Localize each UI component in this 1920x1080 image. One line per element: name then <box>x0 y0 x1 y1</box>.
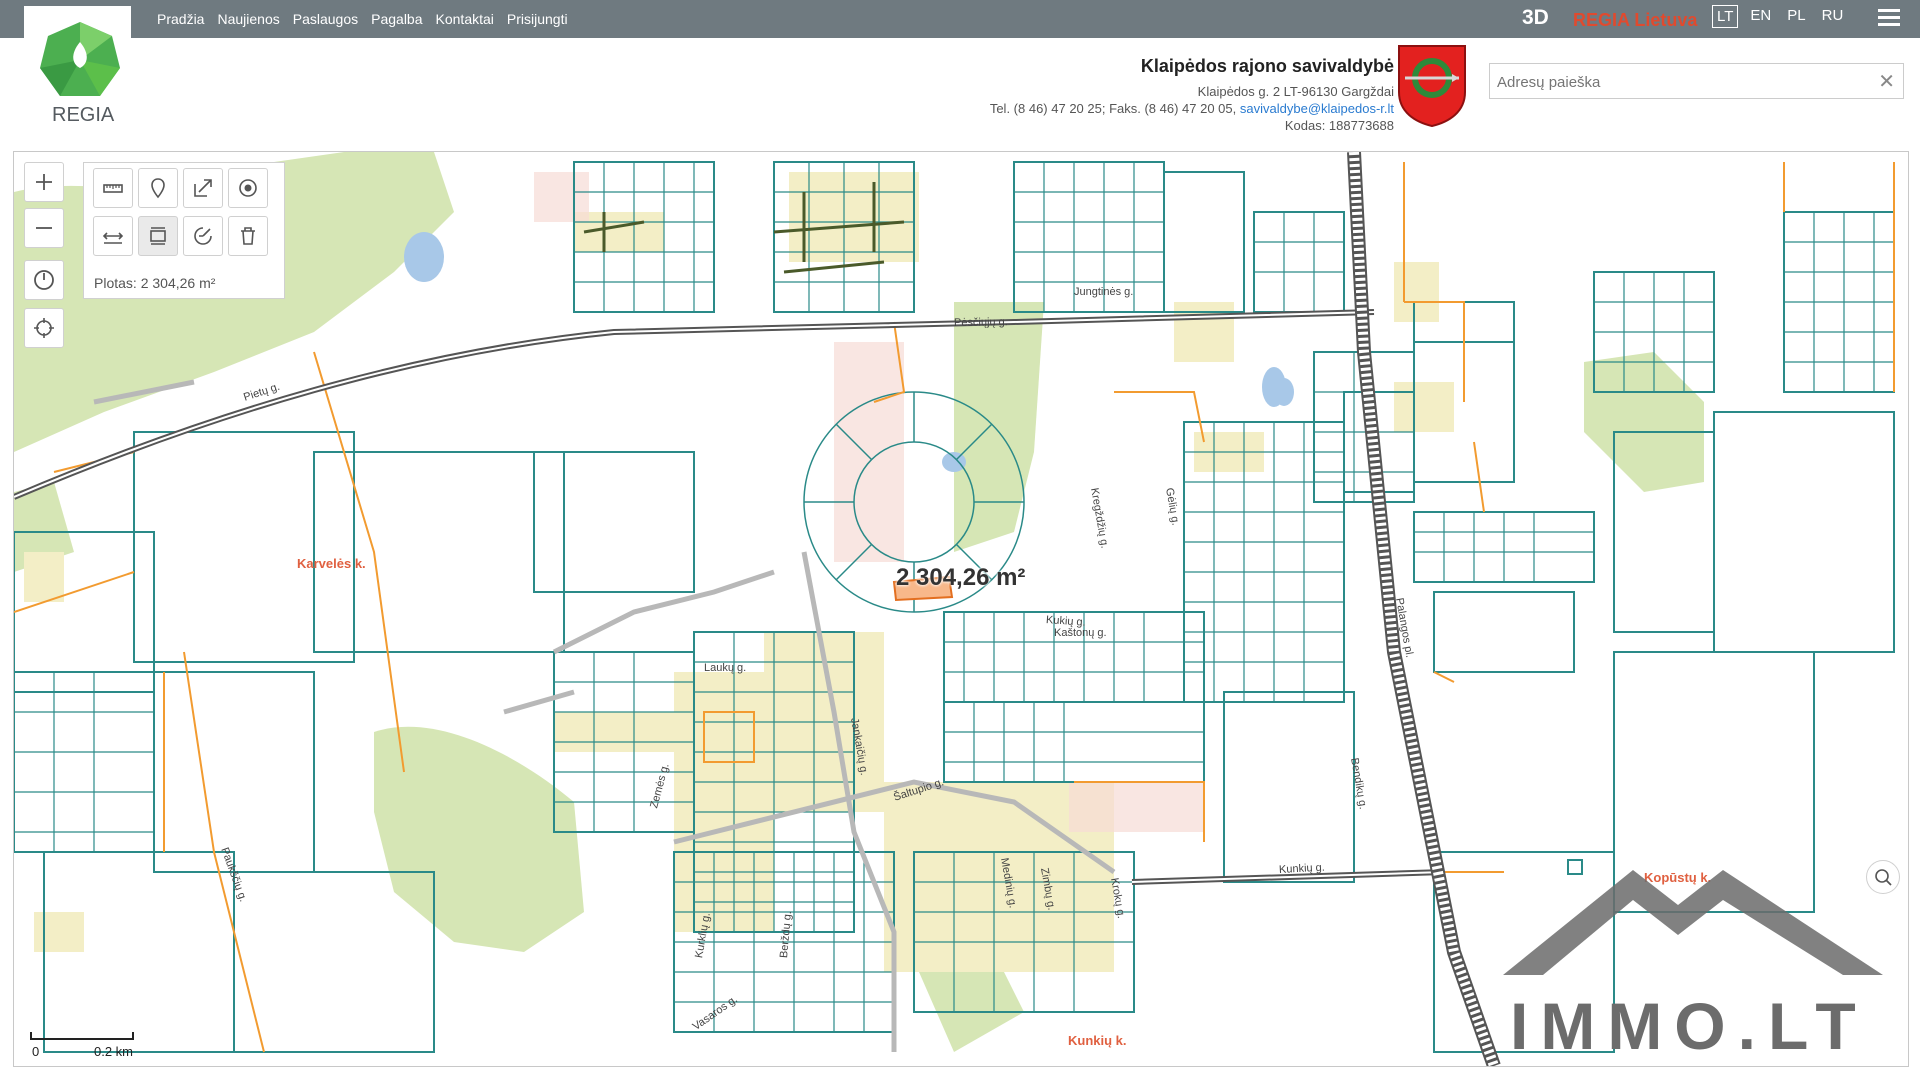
coat-of-arms-icon <box>1398 45 1466 127</box>
ruler-tool-button[interactable] <box>93 168 133 208</box>
locate-button[interactable] <box>24 308 64 348</box>
lang-lt[interactable]: LT <box>1712 5 1739 28</box>
regia-lietuva-link[interactable]: REGIA Lietuva <box>1573 10 1697 31</box>
scale-zero: 0 <box>32 1044 40 1059</box>
crosshair-icon <box>34 318 54 338</box>
area-readout: Plotas: 2 304,26 m² <box>94 275 216 291</box>
export-button[interactable] <box>183 168 223 208</box>
immo-watermark-text: IMMO.LT <box>1510 989 1868 1063</box>
lang-pl[interactable]: PL <box>1783 5 1809 28</box>
point-tool-button[interactable] <box>228 168 268 208</box>
zoom-in-button[interactable] <box>24 162 64 202</box>
nav-help[interactable]: Pagalba <box>371 11 422 27</box>
language-switcher: LT EN PL RU <box>1712 5 1847 28</box>
regia-logo-text: REGIA <box>52 104 115 126</box>
nav-login[interactable]: Prisijungti <box>507 11 568 27</box>
area-icon <box>150 227 166 245</box>
municipality-code: Kodas: 188773688 <box>1284 118 1394 133</box>
top-bar: Pradžia Naujienos Paslaugos Pagalba Kont… <box>0 0 1920 38</box>
main-nav: Pradžia Naujienos Paslaugos Pagalba Kont… <box>157 0 568 38</box>
plus-icon <box>36 174 52 190</box>
scale-bar-line <box>30 1032 134 1040</box>
hamburger-menu-icon[interactable] <box>1878 9 1900 29</box>
municipality-info: Klaipėdos rajono savivaldybė Klaipėdos g… <box>990 56 1394 134</box>
rotate-reset-button[interactable] <box>24 260 64 300</box>
municipality-contacts: Tel. (8 46) 47 20 25; Faks. (8 46) 47 20… <box>990 100 1394 117</box>
address-search-input[interactable] <box>1490 64 1869 100</box>
lang-en[interactable]: EN <box>1746 5 1775 28</box>
3d-button[interactable]: 3D <box>1522 6 1549 30</box>
regia-logo-icon[interactable] <box>38 20 122 100</box>
export-icon <box>194 179 212 197</box>
street-label-kastonu: Kaštonų g. <box>1054 627 1107 639</box>
nav-news[interactable]: Naujienos <box>217 11 279 27</box>
street-label-peskiu: Pėsčiųjų g. <box>953 316 1008 329</box>
trash-icon <box>241 227 255 245</box>
marker-icon <box>151 178 165 199</box>
nav-services[interactable]: Paslaugos <box>293 11 358 27</box>
minus-icon <box>36 227 52 229</box>
distance-icon <box>102 232 124 244</box>
nav-home[interactable]: Pradžia <box>157 11 204 27</box>
clear-search-icon[interactable]: ✕ <box>1878 69 1895 94</box>
nav-contacts[interactable]: Kontaktai <box>436 11 494 27</box>
measured-area-label: 2 304,26 m² <box>896 564 1026 591</box>
municipality-name: Klaipėdos rajono savivaldybė <box>1140 56 1394 76</box>
village-label-kunkiu: Kunkių k. <box>1068 1033 1127 1048</box>
scale-distance: 0.2 km <box>94 1044 134 1059</box>
street-label-jungtines: Jungtinės g. <box>1074 286 1134 298</box>
zoom-out-button[interactable] <box>24 208 64 248</box>
target-icon <box>239 179 257 197</box>
lang-ru[interactable]: RU <box>1818 5 1848 28</box>
measure-distance-button[interactable] <box>93 216 133 256</box>
ruler-icon <box>103 184 123 193</box>
address-search: ✕ <box>1489 63 1904 100</box>
email-link[interactable]: savivaldybe@klaipedos-r.lt <box>1240 101 1394 116</box>
compass-icon <box>34 270 54 290</box>
measure-area-button[interactable] <box>138 216 178 256</box>
marker-tool-button[interactable] <box>138 168 178 208</box>
street-label-kunkiu: Kunkių g. <box>1278 861 1326 876</box>
village-label-karveles: Karvelės k. <box>297 556 366 571</box>
radius-icon <box>194 227 212 245</box>
measure-radius-button[interactable] <box>183 216 223 256</box>
phone-fax: Tel. (8 46) 47 20 25; Faks. (8 46) 47 20… <box>989 101 1237 116</box>
municipality-address: Klaipėdos g. 2 LT-96130 Gargždai <box>1197 84 1394 99</box>
delete-button[interactable] <box>228 216 268 256</box>
street-label-lauku: Laukų g. <box>704 662 747 674</box>
